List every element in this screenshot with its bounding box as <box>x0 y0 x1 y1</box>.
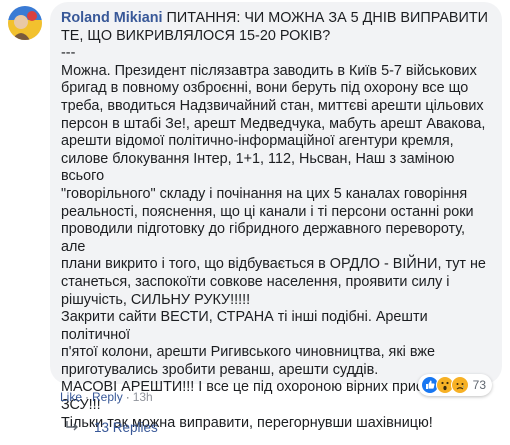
reaction-count: 73 <box>472 378 486 392</box>
comment-line: арешти відомої політично-інформаційної а… <box>61 133 454 150</box>
reply-link[interactable]: Reply <box>92 390 123 404</box>
replies-label[interactable]: 13 Replies <box>94 420 158 435</box>
separator: · <box>125 390 130 404</box>
comment-line: ПИТАННЯ: ЧИ МОЖНА ЗА 5 ДНІВ ВИПРАВИТИ <box>166 10 489 26</box>
comment-line: треба, вводиться Надзвичайний стан, митт… <box>61 97 484 114</box>
like-link[interactable]: Like <box>60 390 82 404</box>
view-replies[interactable]: 13 Replies <box>66 420 158 435</box>
comment-line: Закрити сайти ВЕСТИ, СТРАНА ті інші поді… <box>61 309 428 343</box>
reactions-summary[interactable]: 73 <box>417 374 492 396</box>
comment-line: силове блокування Інтер, 1+1, 112, Ньсва… <box>61 150 455 185</box>
comment-line: --- <box>61 45 76 62</box>
comment-line: Можна. Президент післязавтра заводить в … <box>61 62 477 79</box>
comment-line: реальності, пояснення, що ці канали і ті… <box>61 203 474 220</box>
comment-line: рішучість, СИЛЬНУ РУКУ!!!!! <box>61 291 251 308</box>
reply-arrow-icon <box>66 420 80 435</box>
comment-line: "говорільного" складу і почінання на цих… <box>61 185 468 202</box>
comment-line: бригад в повному озброєнні, вони беруть … <box>61 80 469 97</box>
comment-bubble: Roland Mikiani ПИТАННЯ: ЧИ МОЖНА ЗА 5 ДНІ… <box>50 2 502 431</box>
separator: · <box>85 390 90 404</box>
avatar[interactable] <box>8 6 42 40</box>
sad-icon <box>450 376 469 394</box>
comment-line: ТЕ, ЩО ВИКРИВЛЯЛОСЯ 15-20 РОКІВ? <box>61 27 331 44</box>
comment-author[interactable]: Roland Mikiani <box>61 10 163 26</box>
comment-line: плани викрито і того, що відбувається в … <box>61 256 486 273</box>
timestamp[interactable]: 13h <box>133 390 153 404</box>
comment-actions: Like · Reply · 13h <box>60 390 153 404</box>
comment-line: проводили підготовку до гібридного держа… <box>61 221 466 255</box>
comment-body: Roland Mikiani ПИТАННЯ: ЧИ МОЖНА ЗА 5 ДНІ… <box>61 10 492 432</box>
comment-line: п'ятої колони, арешти Ригивського чиновн… <box>61 344 435 361</box>
comment-line: персон в штабі Зе!, арешт Медведчука, ма… <box>61 115 486 132</box>
comment-line: станеться, заспокоїти совкове населення,… <box>61 273 450 290</box>
